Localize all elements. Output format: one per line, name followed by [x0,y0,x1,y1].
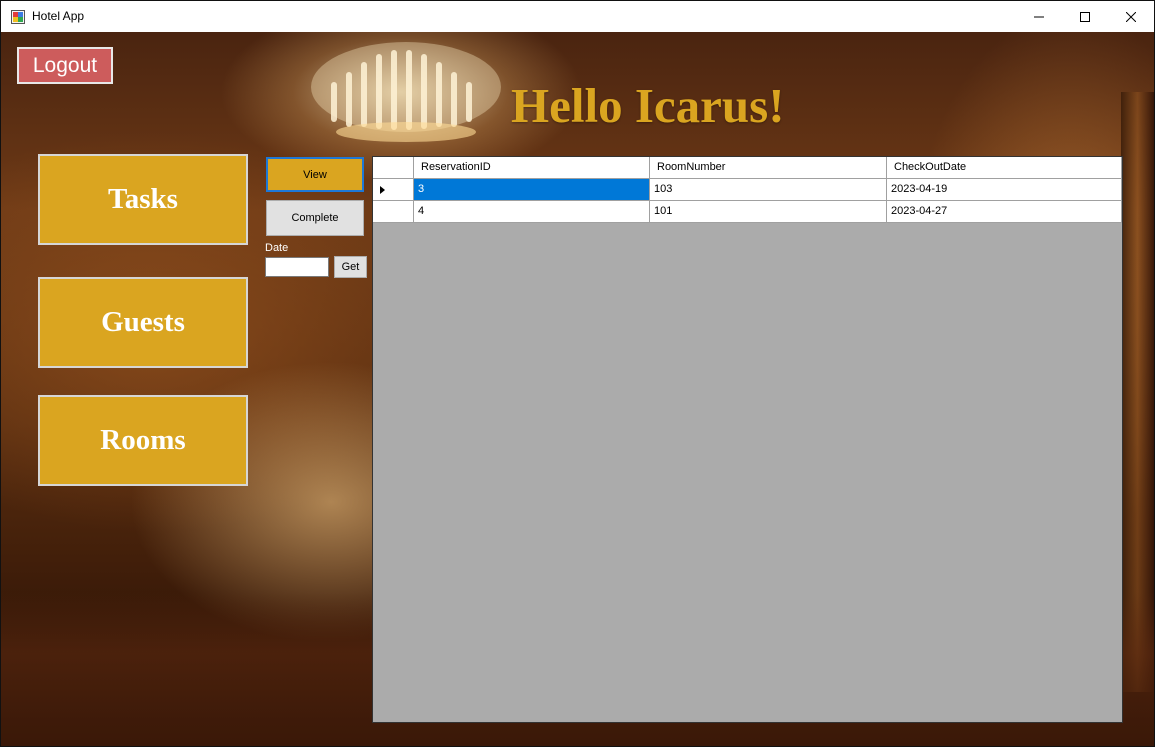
column-header-reservation-id[interactable]: ReservationID [414,157,650,179]
maximize-button[interactable] [1062,1,1108,32]
window-title: Hotel App [32,9,85,23]
close-icon [1126,11,1136,22]
column-header-room-number[interactable]: RoomNumber [650,157,887,179]
cell-room-number[interactable]: 101 [650,201,887,223]
cell-reservation-id[interactable]: 3 [414,179,650,201]
main-form: Logout Hello Icarus! Tasks Guests Rooms … [1,32,1154,746]
cell-reservation-id[interactable]: 4 [414,201,650,223]
table-row[interactable]: 4 101 2023-04-27 [373,201,1122,223]
date-input[interactable] [265,257,329,277]
minimize-button[interactable] [1016,1,1062,32]
complete-button[interactable]: Complete [266,200,364,236]
row-header[interactable] [373,201,414,223]
maximize-icon [1080,11,1090,22]
logout-button[interactable]: Logout [17,47,113,84]
grid-header-row: ReservationID RoomNumber CheckOutDate [373,157,1122,179]
reservations-grid[interactable]: ReservationID RoomNumber CheckOutDate 3 … [372,156,1123,723]
cell-checkout-date[interactable]: 2023-04-19 [887,179,1122,201]
cell-room-number[interactable]: 103 [650,179,887,201]
title-bar[interactable]: Hotel App [1,1,1154,32]
background-chandelier-image [311,42,501,142]
view-button[interactable]: View [266,157,364,192]
row-pointer-icon [380,186,385,194]
tasks-button[interactable]: Tasks [38,154,248,245]
guests-button[interactable]: Guests [38,277,248,368]
cell-checkout-date[interactable]: 2023-04-27 [887,201,1122,223]
get-button[interactable]: Get [334,256,367,278]
greeting-title: Hello Icarus! [511,78,785,133]
close-button[interactable] [1108,1,1154,32]
app-window-icon [11,10,25,24]
table-row[interactable]: 3 103 2023-04-19 [373,179,1122,201]
grid-corner-header [373,157,414,179]
rooms-button[interactable]: Rooms [38,395,248,486]
date-label: Date [265,242,289,254]
minimize-icon [1034,16,1044,17]
app-window: Hotel App Logout Hello Icarus! Tasks Gue… [0,0,1155,747]
column-header-checkout-date[interactable]: CheckOutDate [887,157,1122,179]
row-header[interactable] [373,179,414,201]
